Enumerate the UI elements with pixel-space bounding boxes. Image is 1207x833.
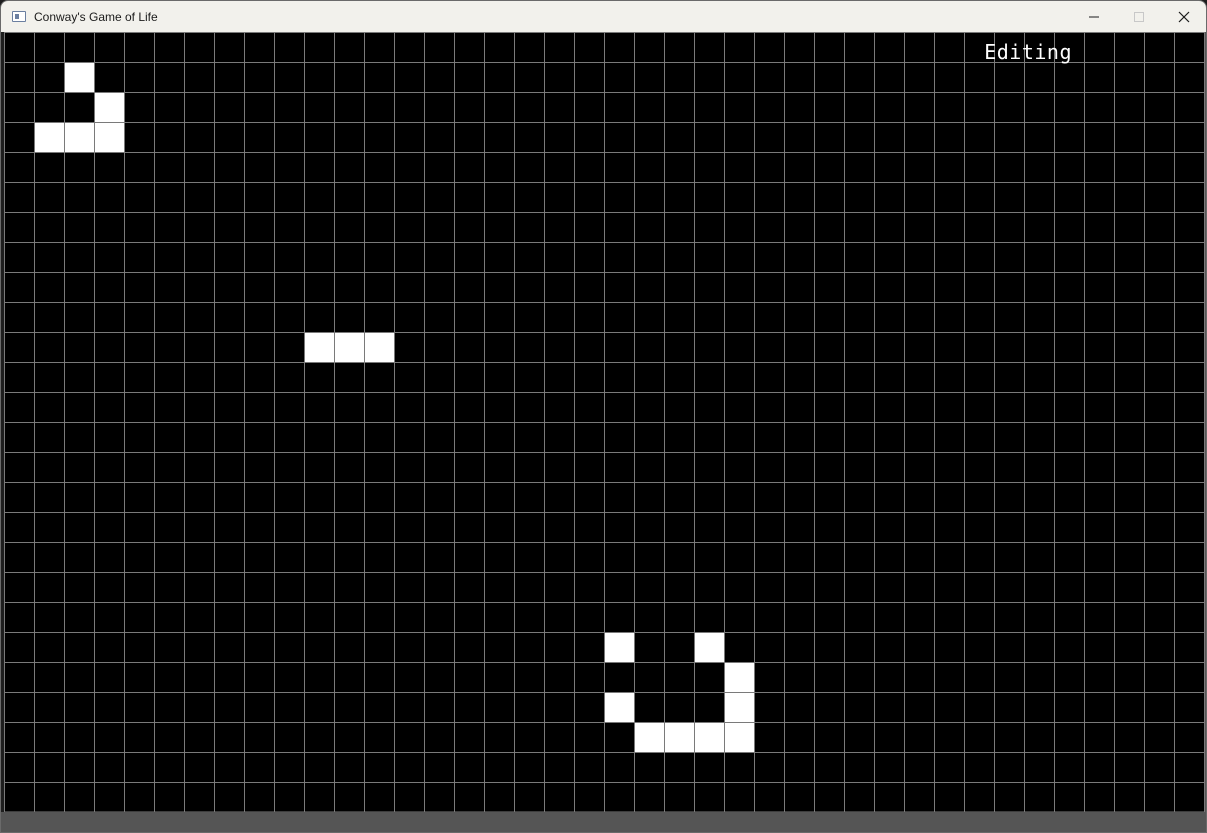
maximize-button[interactable] (1116, 1, 1161, 32)
live-cell[interactable] (94, 122, 124, 152)
live-cell[interactable] (634, 722, 664, 752)
minimize-button[interactable] (1071, 1, 1116, 32)
live-cell[interactable] (604, 632, 634, 662)
live-cell[interactable] (304, 332, 334, 362)
mode-label: Editing (984, 40, 1072, 64)
maximize-icon (1133, 11, 1144, 22)
live-cell[interactable] (604, 692, 634, 722)
live-cell[interactable] (724, 662, 754, 692)
window-title: Conway's Game of Life (34, 9, 158, 24)
live-cell[interactable] (694, 722, 724, 752)
live-cell[interactable] (724, 722, 754, 752)
bottom-bar (1, 812, 1206, 832)
live-cell[interactable] (64, 122, 94, 152)
live-cell[interactable] (364, 332, 394, 362)
live-cell[interactable] (334, 332, 364, 362)
live-cell[interactable] (64, 62, 94, 92)
app-window: Conway's Game of Life Editing (0, 0, 1207, 833)
app-window-icon (12, 11, 26, 22)
window-controls (1071, 1, 1206, 32)
live-cell[interactable] (664, 722, 694, 752)
live-cell[interactable] (34, 122, 64, 152)
close-icon (1178, 11, 1189, 22)
close-button[interactable] (1161, 1, 1206, 32)
live-cell[interactable] (724, 692, 754, 722)
live-cell[interactable] (94, 92, 124, 122)
life-grid-canvas[interactable]: Editing (4, 32, 1205, 812)
live-cell[interactable] (694, 632, 724, 662)
life-grid[interactable] (4, 32, 1205, 812)
minimize-icon (1088, 16, 1099, 17)
title-bar[interactable]: Conway's Game of Life (1, 1, 1206, 32)
